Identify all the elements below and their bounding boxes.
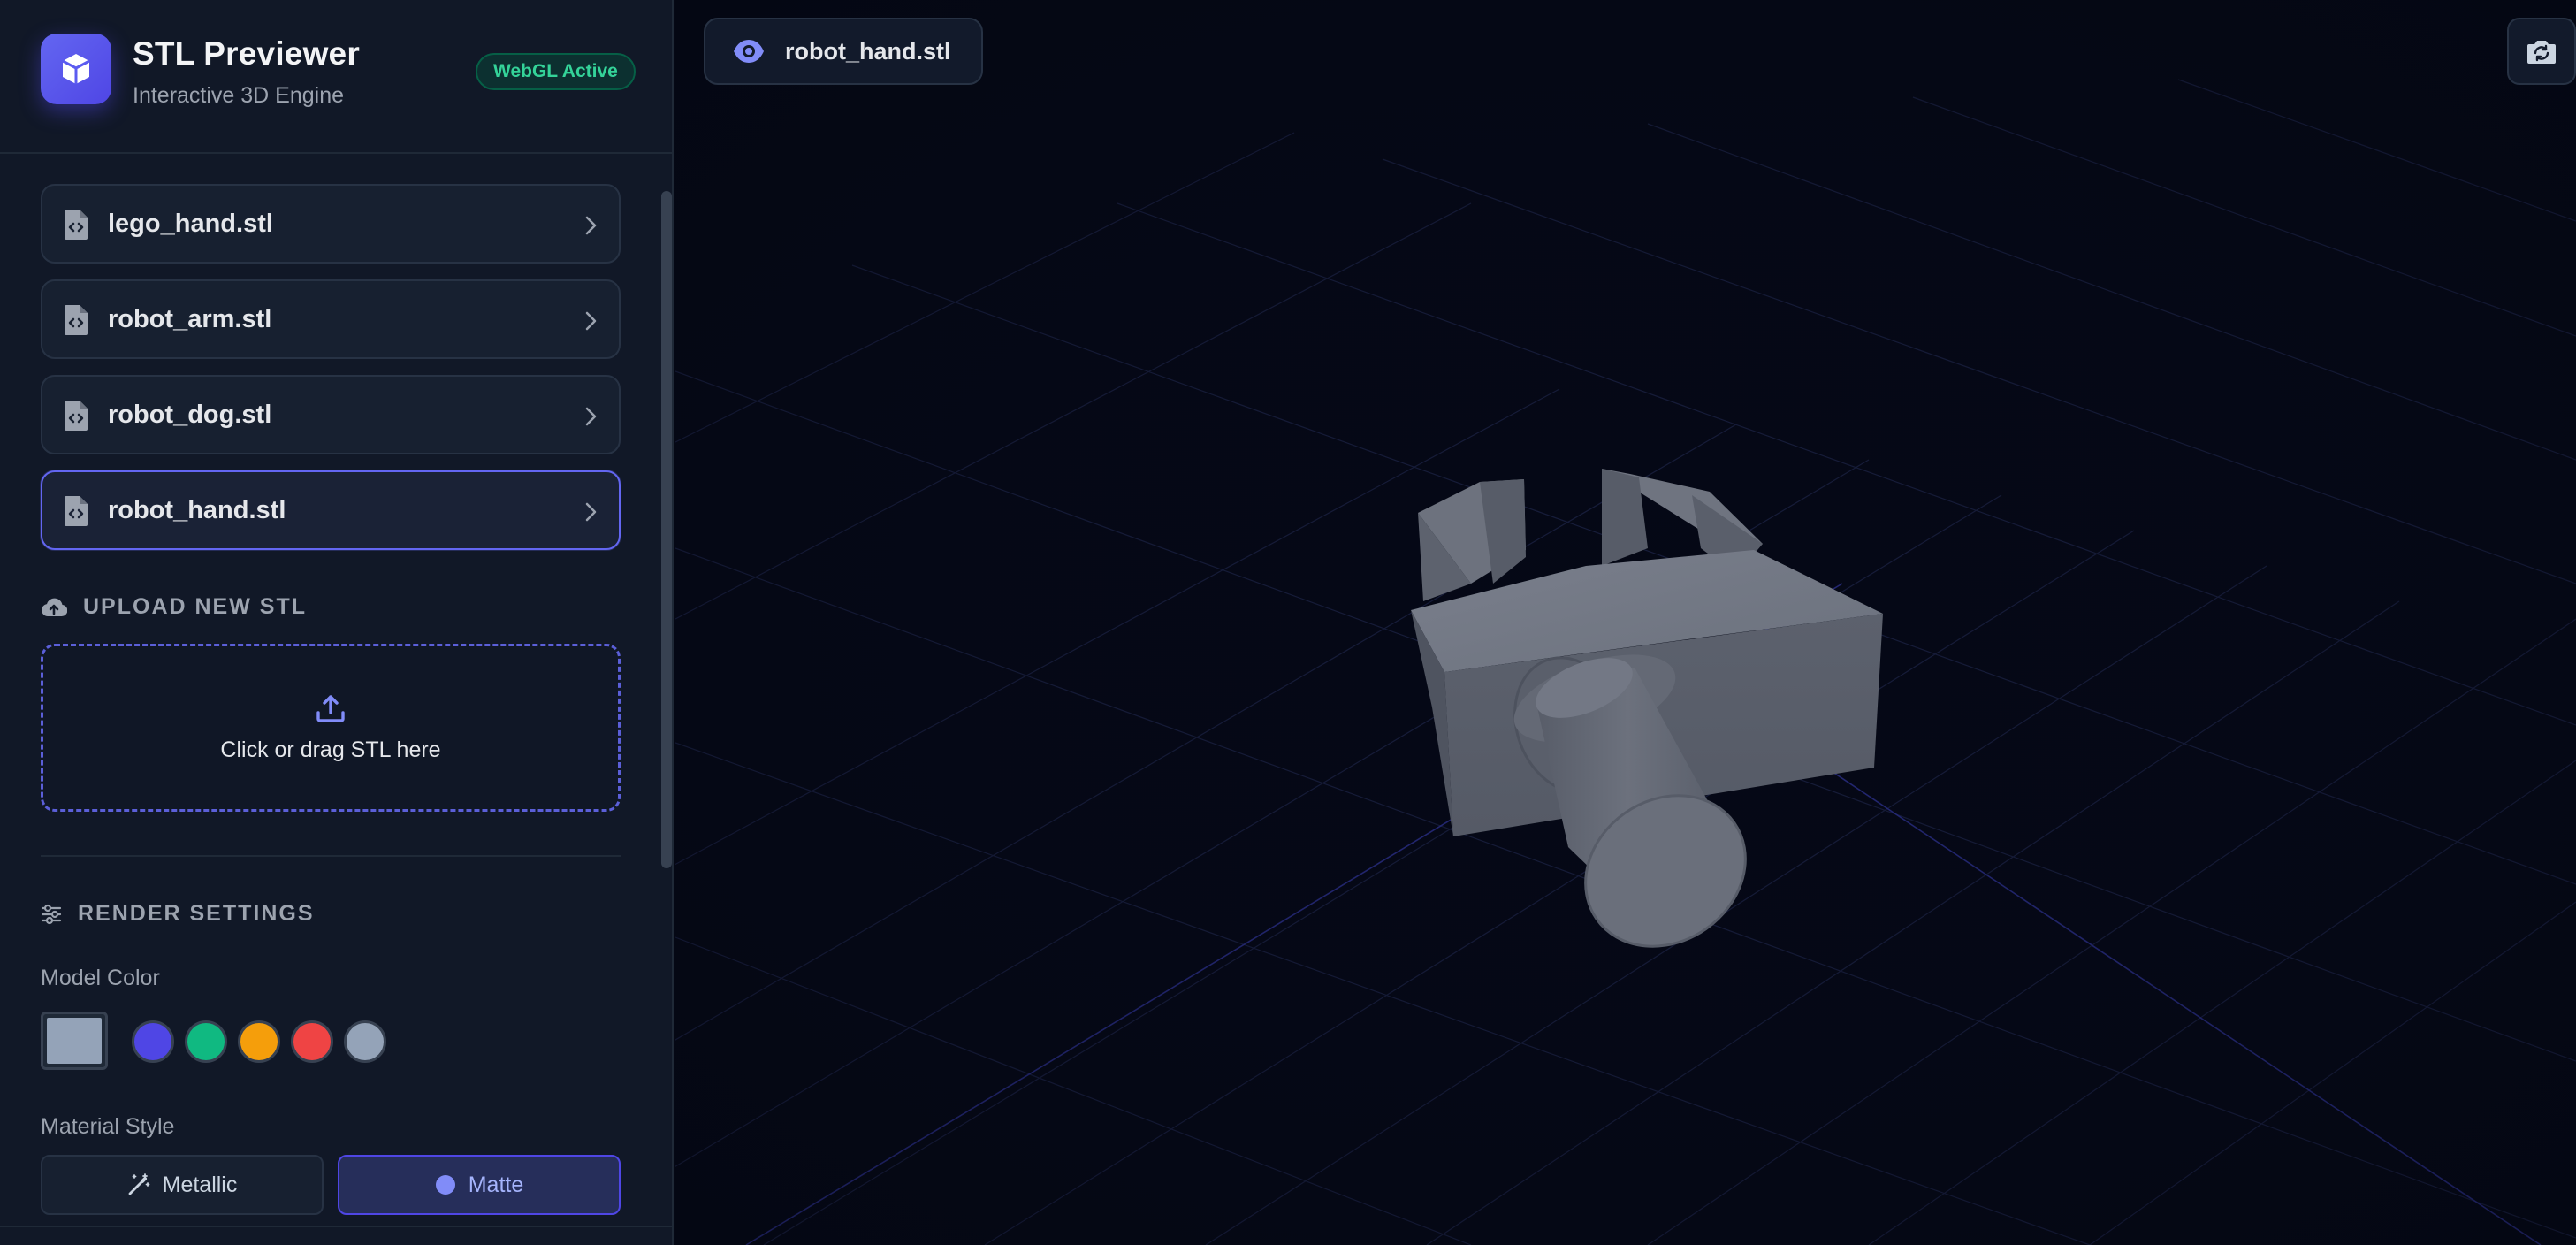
color-picker-input[interactable] xyxy=(41,1012,108,1070)
chevron-right-icon xyxy=(585,216,597,235)
3d-viewport[interactable]: robot_hand.stl xyxy=(675,0,2576,1245)
metallic-label: Metallic xyxy=(162,1172,238,1197)
app-subtitle: Interactive 3D Engine xyxy=(133,83,345,108)
circle-icon xyxy=(435,1174,456,1195)
model-item-robot-hand[interactable]: robot_hand.stl xyxy=(41,470,621,550)
model-item-label: lego_hand.stl xyxy=(108,209,273,238)
model-item-label: robot_arm.stl xyxy=(108,304,272,333)
chevron-right-icon xyxy=(585,502,597,522)
material-style-label: Material Style xyxy=(41,1114,175,1139)
file-code-icon xyxy=(65,401,88,431)
sidebar-bottom-border xyxy=(0,1226,672,1227)
eye-icon xyxy=(734,40,764,63)
camera-rotate-icon xyxy=(2527,41,2556,64)
upload-icon xyxy=(316,694,345,722)
model-item-lego-hand[interactable]: lego_hand.stl xyxy=(41,184,621,264)
swatch-amber[interactable] xyxy=(238,1020,280,1063)
current-file-label: robot_hand.stl xyxy=(785,37,951,65)
chevron-right-icon xyxy=(585,311,597,331)
section-divider xyxy=(41,855,621,857)
3d-scene-canvas[interactable] xyxy=(675,0,2576,1245)
dropzone-label: Click or drag STL here xyxy=(220,737,441,762)
sidebar-scrollbar[interactable] xyxy=(659,154,672,1245)
upload-heading: UPLOAD NEW STL xyxy=(41,594,307,620)
matte-label: Matte xyxy=(468,1172,524,1197)
file-code-icon xyxy=(65,305,88,335)
sidebar-header: STL Previewer Interactive 3D Engine WebG… xyxy=(0,0,672,154)
model-item-label: robot_dog.stl xyxy=(108,400,272,429)
swatch-indigo[interactable] xyxy=(132,1020,174,1063)
stl-dropzone[interactable]: Click or drag STL here xyxy=(41,644,621,812)
app-logo xyxy=(41,34,111,104)
swatch-slate[interactable] xyxy=(344,1020,386,1063)
screenshot-button[interactable] xyxy=(2507,18,2576,85)
file-code-icon xyxy=(65,210,88,240)
current-file-chip: robot_hand.stl xyxy=(704,18,983,85)
status-badge: WebGL Active xyxy=(476,53,636,90)
swatch-green[interactable] xyxy=(185,1020,227,1063)
render-settings-heading: RENDER SETTINGS xyxy=(41,901,315,927)
sliders-icon xyxy=(41,904,62,924)
swatch-red[interactable] xyxy=(291,1020,333,1063)
color-picker-fill xyxy=(47,1018,102,1064)
metallic-button[interactable]: Metallic xyxy=(41,1155,324,1215)
cube-icon xyxy=(62,54,90,84)
scrollbar-thumb[interactable] xyxy=(661,191,672,868)
sidebar-scroll-area: MODELS IN WORKSPACE lego_hand.stl robot_… xyxy=(0,0,672,1245)
app-title: STL Previewer xyxy=(133,35,360,72)
matte-button[interactable]: Matte xyxy=(338,1155,621,1215)
model-item-robot-arm[interactable]: robot_arm.stl xyxy=(41,279,621,359)
model-item-label: robot_hand.stl xyxy=(108,495,286,524)
upload-heading-label: UPLOAD NEW STL xyxy=(83,594,307,619)
model-item-robot-dog[interactable]: robot_dog.stl xyxy=(41,375,621,454)
model-color-label: Model Color xyxy=(41,966,160,990)
cloud-upload-icon xyxy=(42,598,67,616)
file-code-icon xyxy=(65,496,88,526)
magic-wand-icon xyxy=(127,1173,150,1196)
sidebar: MODELS IN WORKSPACE lego_hand.stl robot_… xyxy=(0,0,674,1245)
chevron-right-icon xyxy=(585,407,597,426)
render-settings-label: RENDER SETTINGS xyxy=(78,901,315,926)
